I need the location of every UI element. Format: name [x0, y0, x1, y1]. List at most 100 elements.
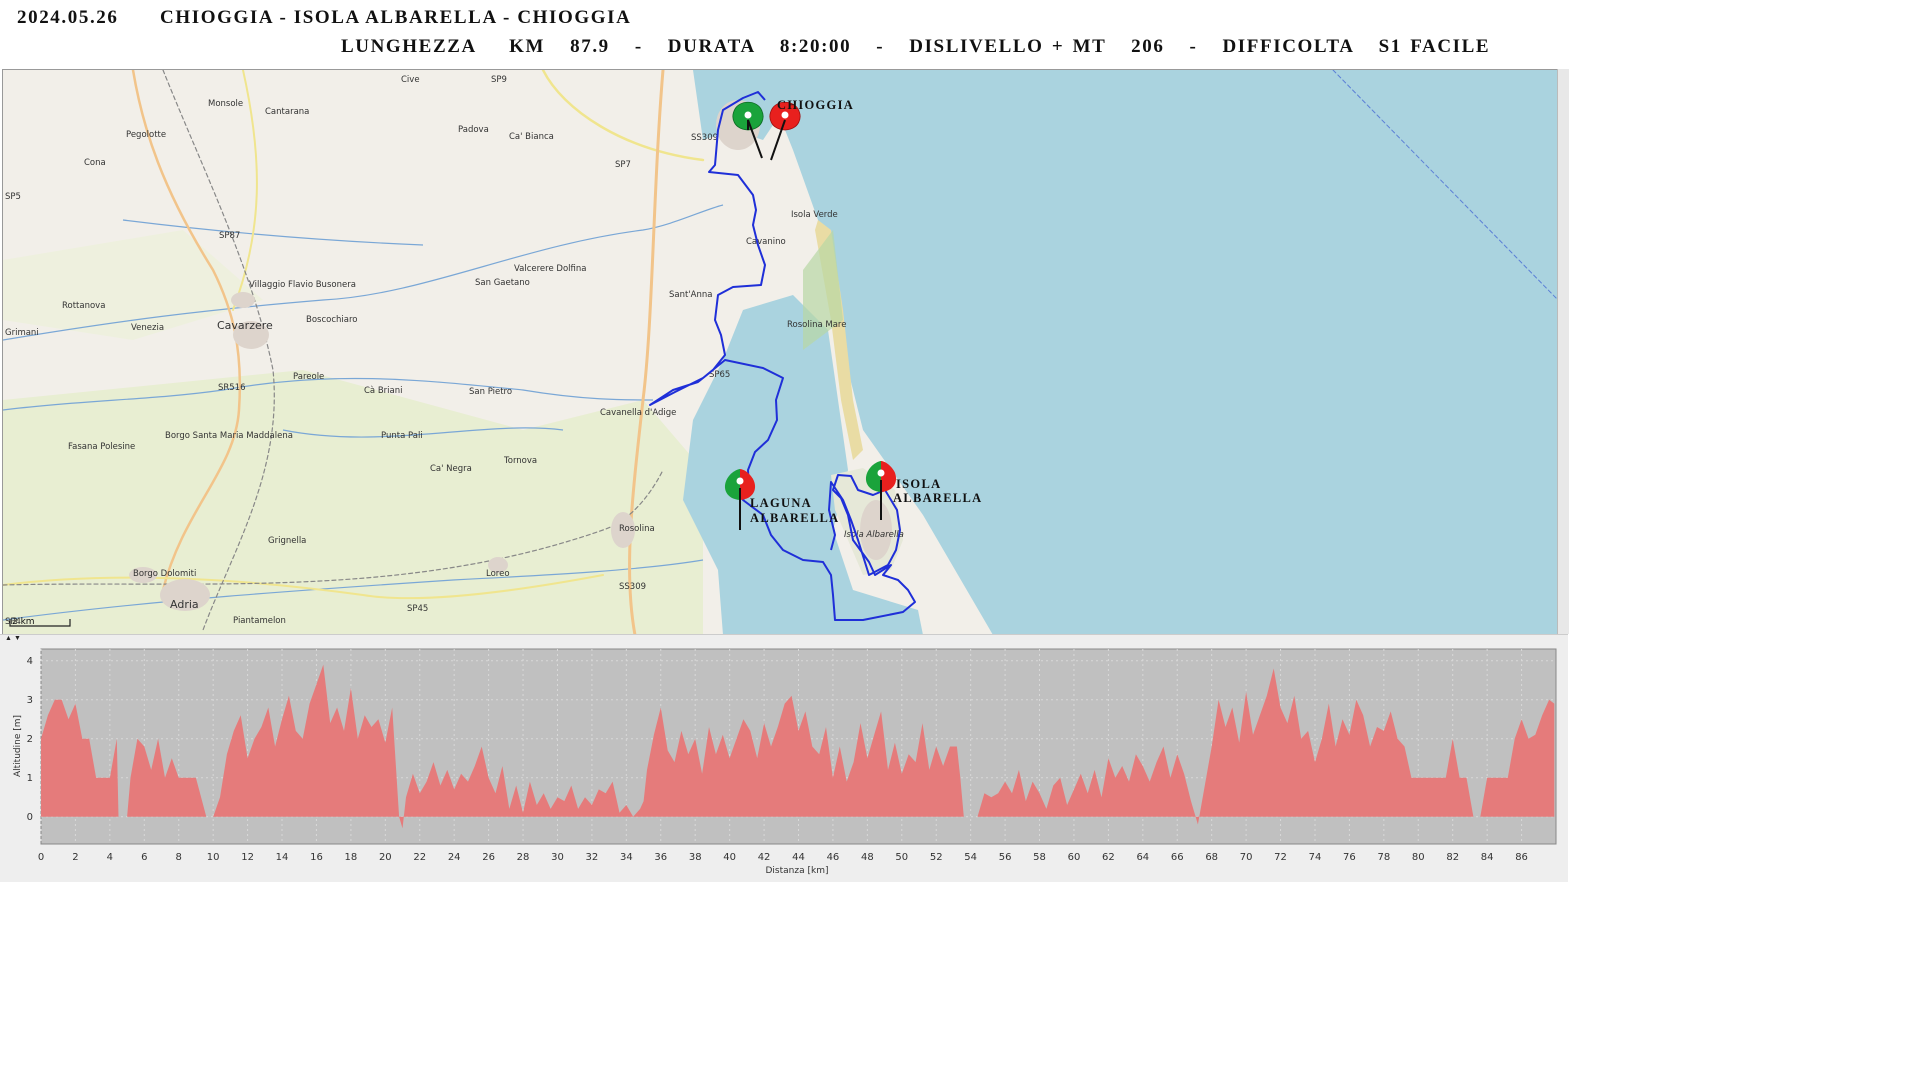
- route-title: CHIOGGIA - ISOLA ALBARELLA - CHIOGGIA: [160, 7, 632, 28]
- map-place-label: SP5: [5, 192, 21, 202]
- map-vertical-scrollbar[interactable]: [1557, 69, 1569, 634]
- x-tick-label: 72: [1274, 852, 1287, 863]
- map-place-label: Ca' Negra: [430, 464, 472, 474]
- x-tick-label: 38: [689, 852, 702, 863]
- y-tick-label: 2: [27, 734, 33, 745]
- x-tick-label: 56: [999, 852, 1012, 863]
- map-place-label: SP87: [219, 231, 240, 241]
- map-place-label: Cavarzere: [217, 319, 273, 332]
- x-tick-label: 70: [1240, 852, 1253, 863]
- y-tick-label: 1: [27, 773, 33, 784]
- map-place-label: Cona: [84, 158, 106, 168]
- map-place-label: Boscochiaro: [306, 315, 357, 325]
- x-tick-label: 58: [1033, 852, 1046, 863]
- map-place-label: Padova: [458, 125, 489, 135]
- x-tick-label: 4: [107, 852, 113, 863]
- x-tick-label: 32: [586, 852, 599, 863]
- x-tick-label: 24: [448, 852, 461, 863]
- x-axis-label: Distanza [km]: [766, 866, 829, 876]
- x-tick-label: 42: [758, 852, 771, 863]
- y-tick-label: 3: [27, 695, 33, 706]
- map-place-label: Rosolina Mare: [787, 320, 846, 330]
- x-tick-label: 40: [723, 852, 736, 863]
- map-place-label: Pegolotte: [126, 130, 166, 140]
- waypoint-label-isola-line2: ALBARELLA: [893, 491, 983, 505]
- map-place-label: Adria: [170, 598, 199, 611]
- x-tick-label: 16: [310, 852, 323, 863]
- map-place-label: SP7: [615, 160, 631, 170]
- x-tick-label: 6: [141, 852, 147, 863]
- map-place-label: Cive: [401, 75, 420, 85]
- map-place-label: Isola Verde: [791, 210, 838, 220]
- x-tick-label: 78: [1377, 852, 1390, 863]
- x-tick-label: 36: [654, 852, 667, 863]
- waypoint-label-isola: ISOLA: [896, 477, 941, 491]
- x-axis-ticks: 0 2 4 6 8 10 12 14 16 18 20 22 24 26 28 30 32 34 36 38 40 42 4…: [38, 852, 1528, 863]
- x-tick-label: 66: [1171, 852, 1184, 863]
- x-tick-label: 28: [517, 852, 530, 863]
- map-place-label: Piantamelon: [233, 616, 286, 626]
- x-tick-label: 64: [1136, 852, 1149, 863]
- map-place-label: Punta Pali: [381, 431, 423, 441]
- x-tick-label: 80: [1412, 852, 1425, 863]
- x-tick-label: 50: [895, 852, 908, 863]
- map-place-label: SS309: [619, 582, 646, 592]
- map-place-label: Ca' Bianca: [509, 132, 554, 142]
- map-place-label: SP45: [407, 604, 428, 614]
- x-tick-label: 84: [1481, 852, 1494, 863]
- map-place-label: Pareole: [293, 372, 324, 382]
- x-tick-label: 54: [964, 852, 977, 863]
- x-tick-label: 20: [379, 852, 392, 863]
- map-place-label: Loreo: [486, 569, 510, 579]
- map-place-label: Cantarana: [265, 107, 309, 117]
- map-place-label: Grignella: [268, 536, 306, 546]
- x-tick-label: 30: [551, 852, 564, 863]
- x-tick-label: 34: [620, 852, 633, 863]
- x-tick-label: 62: [1102, 852, 1115, 863]
- x-tick-label: 82: [1446, 852, 1459, 863]
- x-tick-label: 76: [1343, 852, 1356, 863]
- map-place-label: Cavanella d'Adige: [600, 408, 676, 418]
- map-place-label: Venezia: [131, 323, 164, 333]
- x-tick-label: 0: [38, 852, 44, 863]
- y-tick-label: 4: [27, 656, 33, 667]
- map-place-label: Sant'Anna: [669, 290, 712, 300]
- y-axis-label: Altitudine [m]: [13, 715, 23, 777]
- x-tick-label: 86: [1515, 852, 1528, 863]
- x-tick-label: 52: [930, 852, 943, 863]
- map-view[interactable]: Cive SP9 Monsole Cantarana Pegolotte Padova Ca…: [2, 69, 1558, 635]
- x-tick-label: 8: [176, 852, 182, 863]
- map-place-label: Borgo Dolomiti: [133, 569, 196, 579]
- map-place-label: Grimani: [5, 328, 39, 338]
- map-canvas[interactable]: Cive SP9 Monsole Cantarana Pegolotte Padova Ca…: [3, 70, 1558, 635]
- map-place-label: Rosolina: [619, 524, 655, 534]
- map-place-label: Monsole: [208, 99, 243, 109]
- x-tick-label: 46: [827, 852, 840, 863]
- x-tick-label: 18: [345, 852, 358, 863]
- map-place-label: Villaggio Flavio Busonera: [249, 280, 356, 290]
- x-tick-label: 44: [792, 852, 805, 863]
- map-place-label: Cà Briani: [364, 386, 403, 396]
- x-tick-label: 12: [241, 852, 254, 863]
- x-tick-label: 2: [72, 852, 78, 863]
- waypoint-label-chioggia: CHIOGGIA: [777, 98, 854, 112]
- map-place-label: Valcerere Dolfina: [514, 264, 586, 274]
- route-header: 2024.05.26 CHIOGGIA - ISOLA ALBARELLA - …: [0, 0, 1568, 68]
- map-place-label: San Gaetano: [475, 278, 530, 288]
- route-date: 2024.05.26: [17, 7, 119, 28]
- x-tick-label: 14: [276, 852, 289, 863]
- map-place-label: Fasana Polesine: [68, 442, 135, 452]
- x-tick-label: 48: [861, 852, 874, 863]
- waypoint-label-laguna-line2: ALBARELLA: [750, 511, 840, 525]
- elevation-chart[interactable]: 01234 0 2 4 6 8 10 12 14 16 18 20 22 24 26 28 30 32 34 36 3…: [0, 642, 1568, 882]
- x-tick-label: 68: [1205, 852, 1218, 863]
- x-tick-label: 74: [1309, 852, 1322, 863]
- x-tick-label: 60: [1068, 852, 1081, 863]
- x-tick-label: 22: [413, 852, 426, 863]
- map-place-label: SR516: [218, 383, 246, 393]
- map-place-label: SS309: [691, 133, 718, 143]
- map-place-label: Rottanova: [62, 301, 105, 311]
- map-place-label: Cavanino: [746, 237, 786, 247]
- x-tick-label: 10: [207, 852, 220, 863]
- route-stats: LUNGHEZZA KM 87.9 - DURATA 8:20:00 - DIS…: [341, 36, 1491, 57]
